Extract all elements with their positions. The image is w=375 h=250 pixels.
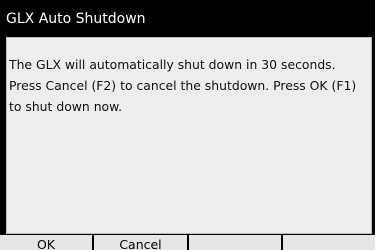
cancel-button[interactable]: Cancel [94, 235, 187, 250]
window-title: GLX Auto Shutdown [0, 0, 375, 37]
message-line-3: to shut down now. [9, 99, 123, 114]
screen: GLX Auto Shutdown The GLX will automatic… [0, 0, 375, 250]
ok-button[interactable]: OK [0, 235, 92, 250]
message-line-1: The GLX will automatically shut down in … [9, 57, 336, 72]
softkey-bar: OK Cancel [0, 235, 375, 250]
dialog-message: The GLX will automatically shut down in … [9, 54, 361, 117]
softkey-f3[interactable] [189, 235, 281, 250]
message-line-2: Press Cancel (F2) to cancel the shutdown… [9, 78, 357, 93]
softkey-f4[interactable] [283, 235, 375, 250]
